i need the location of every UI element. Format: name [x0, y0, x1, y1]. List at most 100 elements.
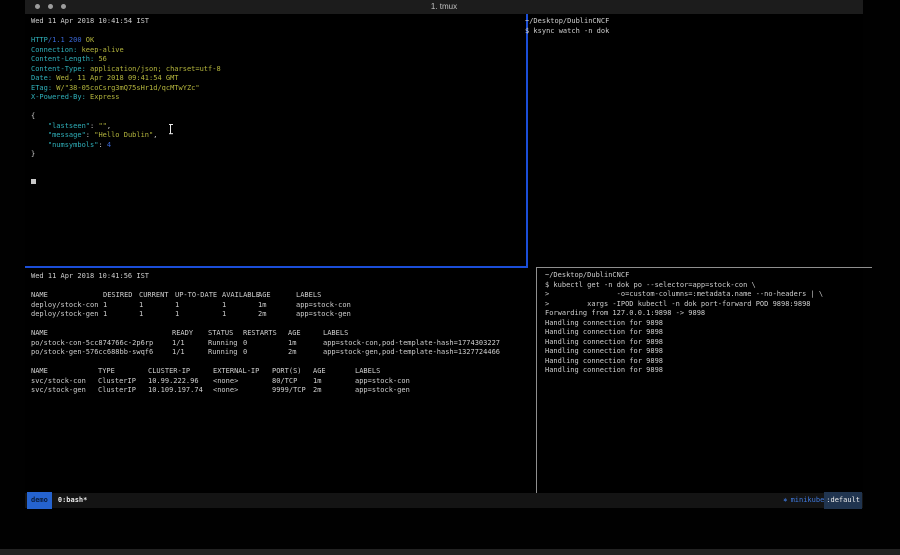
table-cell: 2m — [288, 348, 323, 358]
window-title: 1. tmux — [25, 2, 863, 11]
terminal-line — [31, 27, 526, 37]
pane-http-response[interactable]: Wed 11 Apr 2018 10:41:54 ISTHTTP/1.1 200… — [25, 14, 528, 268]
table-cell: CURRENT — [139, 291, 175, 301]
terminal-line: "message": "Hello Dublin", — [31, 131, 526, 141]
terminal-text-segment: : — [86, 131, 94, 139]
table-cell: CLUSTER-IP — [148, 367, 213, 377]
table-cell: AGE — [288, 329, 323, 339]
terminal-line: > xargs -IPOD kubectl -n dok port-forwar… — [545, 300, 872, 310]
terminal-text-segment: keep-alive — [82, 46, 124, 54]
table-cell: deploy/stock-gen — [31, 310, 103, 320]
table-cell: svc/stock-con — [31, 377, 98, 387]
table-cell: LABELS — [296, 291, 540, 301]
table-cell: <none> — [213, 377, 272, 387]
table-cell: Running — [208, 348, 243, 358]
terminal-line: "numsymbols": 4 — [31, 141, 526, 151]
table-cell: 9999/TCP — [272, 386, 313, 396]
table-cell: po/stock-con-5cc874766c-2p6rp — [31, 339, 172, 349]
terminal-line: { — [31, 112, 526, 122]
http-response-output: Wed 11 Apr 2018 10:41:54 ISTHTTP/1.1 200… — [31, 17, 526, 160]
table-cell: AVAILABLE — [222, 291, 258, 301]
table-cell: ClusterIP — [98, 386, 148, 396]
table-row: po/stock-con-5cc874766c-2p6rp1/1Running0… — [31, 339, 540, 349]
terminal-text-segment: 4 — [107, 141, 111, 149]
port-forward-output: ~/Desktop/DublinCNCF$ kubectl get -n dok… — [545, 271, 872, 376]
terminal-text-segment: } — [31, 150, 35, 158]
pane-port-forward[interactable]: ~/Desktop/DublinCNCF$ kubectl get -n dok… — [536, 267, 872, 497]
kube-context-label: minikube — [791, 493, 825, 508]
terminal-text-segment: 56 — [98, 55, 106, 63]
table-cell: 0 — [243, 339, 288, 349]
table-cell: app=stock-con — [296, 301, 540, 311]
terminal-text-segment: ETag: — [31, 84, 56, 92]
terminal-line: ETag: W/"38-05coCsrg3mQ75sHr1d/qcMTwYZc" — [31, 84, 526, 94]
terminal-text-segment: Date: — [31, 74, 56, 82]
session-name-badge: demo — [27, 492, 52, 509]
table-cell: UP-TO-DATE — [175, 291, 222, 301]
terminal-text-segment: : — [98, 141, 106, 149]
table-row: svc/stock-conClusterIP10.99.222.96<none>… — [31, 377, 540, 387]
table-cell: 1 — [103, 301, 139, 311]
table-cell: 1m — [313, 377, 355, 387]
pods-table: NAMEREADYSTATUSRESTARTSAGELABELSpo/stock… — [31, 329, 540, 358]
terminal-text-segment: Express — [90, 93, 120, 101]
terminal-text-segment: /1.1 200 — [48, 36, 86, 44]
desktop-background: 1. tmux Wed 11 Apr 2018 10:41:54 ISTHTTP… — [0, 0, 900, 555]
screen-bottom-strip — [0, 549, 900, 555]
terminal-line — [31, 103, 526, 113]
terminal-text-segment: , — [107, 122, 111, 130]
table-cell: RESTARTS — [243, 329, 288, 339]
deployments-table: NAMEDESIREDCURRENTUP-TO-DATEAVAILABLEAGE… — [31, 291, 540, 320]
table-cell: AGE — [313, 367, 355, 377]
terminal-text-segment: "" — [98, 122, 106, 130]
table-row: svc/stock-genClusterIP10.109.197.74<none… — [31, 386, 540, 396]
table-cell: 1m — [288, 339, 323, 349]
terminal-line: Handling connection for 9898 — [545, 357, 872, 367]
table-cell: 1 — [103, 310, 139, 320]
terminal-line: Handling connection for 9898 — [545, 328, 872, 338]
table-cell: 80/TCP — [272, 377, 313, 387]
table-header-row: NAMEREADYSTATUSRESTARTSAGELABELS — [31, 329, 540, 339]
pane-ksync[interactable]: ~/Desktop/DublinCNCF $ ksync watch -n do… — [522, 14, 866, 270]
terminal-line: Content-Type: application/json; charset=… — [31, 65, 526, 75]
table-cell: 1m — [258, 301, 296, 311]
table-cell: PORT(S) — [272, 367, 313, 377]
table-cell: NAME — [31, 329, 172, 339]
table-cell: AGE — [258, 291, 296, 301]
timestamp-line: Wed 11 Apr 2018 10:41:56 IST — [31, 272, 540, 282]
terminal-text-segment: Content-Length: — [31, 55, 98, 63]
table-cell: <none> — [213, 386, 272, 396]
table-cell: DESIRED — [103, 291, 139, 301]
terminal-text-segment — [31, 141, 48, 149]
blank-line — [31, 358, 540, 368]
cwd-line: ~/Desktop/DublinCNCF — [525, 17, 866, 27]
kube-namespace-label: :default — [824, 492, 862, 509]
table-cell: NAME — [31, 367, 98, 377]
table-cell: app=stock-con — [355, 377, 540, 387]
table-cell: 1 — [139, 301, 175, 311]
table-cell: deploy/stock-con — [31, 301, 103, 311]
terminal-cursor — [31, 179, 36, 184]
table-cell: 1 — [175, 310, 222, 320]
table-cell: ClusterIP — [98, 377, 148, 387]
terminal-text-segment: application/json; charset=utf-8 — [90, 65, 221, 73]
terminal-line: ~/Desktop/DublinCNCF — [545, 271, 872, 281]
table-cell: po/stock-gen-576cc688bb-swqf6 — [31, 348, 172, 358]
table-row: po/stock-gen-576cc688bb-swqf61/1Running0… — [31, 348, 540, 358]
pane-kubectl-get[interactable]: Wed 11 Apr 2018 10:41:56 IST NAMEDESIRED… — [25, 266, 540, 499]
table-cell: app=stock-gen — [296, 310, 540, 320]
terminal-line: HTTP/1.1 200 OK — [31, 36, 526, 46]
table-cell: READY — [172, 329, 208, 339]
terminal-text-segment: "message" — [48, 131, 86, 139]
terminal-text-segment: Connection: — [31, 46, 82, 54]
terminal-line: Handling connection for 9898 — [545, 338, 872, 348]
table-cell: TYPE — [98, 367, 148, 377]
table-row: deploy/stock-con11111mapp=stock-con — [31, 301, 540, 311]
terminal-line: "lastseen": "", — [31, 122, 526, 132]
window-label[interactable]: 0:bash* — [58, 493, 88, 508]
terminal-window: 1. tmux Wed 11 Apr 2018 10:41:54 ISTHTTP… — [25, 0, 863, 508]
command-line: $ ksync watch -n dok — [525, 27, 866, 37]
table-cell: svc/stock-gen — [31, 386, 98, 396]
table-cell: EXTERNAL-IP — [213, 367, 272, 377]
terminal-text-segment: OK — [86, 36, 94, 44]
